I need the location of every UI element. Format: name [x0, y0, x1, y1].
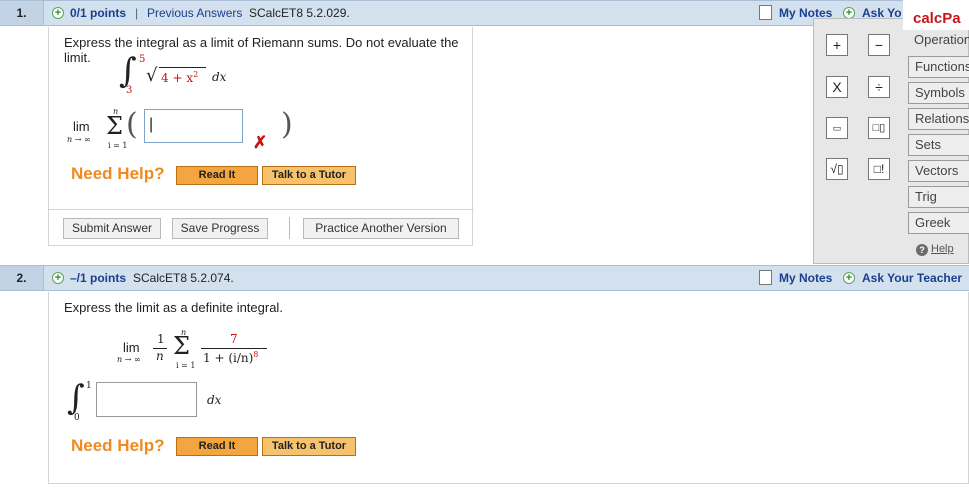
plus-key[interactable]: + [826, 34, 848, 56]
question-1-panel: Express the integral as a limit of Riema… [48, 27, 474, 246]
help-icon[interactable]: ? [916, 244, 928, 256]
expand-plus-icon[interactable]: + [52, 7, 64, 19]
integrand-exponent: 2 [193, 70, 199, 79]
limit-lim: lim [123, 340, 140, 355]
submit-answer-button[interactable]: Submit Answer [63, 218, 161, 239]
power-key[interactable]: □▯ [868, 117, 890, 139]
sum-sigma: Σ [106, 112, 123, 140]
riemann-sum-answer-input[interactable]: | [144, 109, 243, 143]
menu-trig[interactable]: Trig [908, 186, 969, 208]
integral-lower-limit: 3 [126, 85, 133, 96]
limit-lim: lim [73, 119, 90, 134]
menu-greek[interactable]: Greek [908, 212, 969, 234]
term-denominator: 1 + (i/n)8 [203, 350, 258, 365]
talk-to-tutor-button[interactable]: Talk to a Tutor [262, 437, 356, 456]
integral-upper-limit: 5 [139, 54, 146, 65]
term-denominator-exponent: 8 [253, 350, 259, 359]
right-paren: ) [281, 107, 293, 142]
menu-vectors[interactable]: Vectors [908, 160, 969, 182]
question-number: 1. [0, 1, 44, 25]
term-denominator-base: 1 + (i/n) [203, 351, 254, 365]
previous-answers-link[interactable]: Previous Answers [147, 6, 242, 20]
limit-subscript: n → ∞ [67, 135, 91, 144]
sum-bottom: i = 1 [176, 361, 196, 370]
need-help-label: Need Help? [71, 164, 165, 183]
limit-subscript: n → ∞ [117, 355, 141, 364]
term-fraction-bar [201, 348, 267, 349]
points-link[interactable]: –/1 points [70, 271, 126, 285]
integrand-text: 4 + x2 [161, 70, 198, 85]
question-prompt: Express the limit as a definite integral… [64, 300, 283, 315]
menu-relations[interactable]: Relations [908, 108, 969, 130]
menu-sets[interactable]: Sets [908, 134, 969, 156]
integral-lower-limit: 0 [74, 413, 80, 423]
sqrt-sign: √ [146, 65, 158, 86]
sqrt-overline [159, 67, 206, 68]
sum-bottom: i = 1 [108, 141, 128, 150]
term-numerator: 7 [230, 332, 238, 346]
talk-to-tutor-button[interactable]: Talk to a Tutor [262, 166, 356, 185]
question-2-header: 2. + –/1 points SCalcET8 5.2.074. My Not… [0, 265, 969, 291]
question-2-panel: Express the limit as a definite integral… [48, 292, 969, 484]
practice-another-button[interactable]: Practice Another Version [303, 218, 459, 239]
integral-upper-limit: 1 [86, 381, 92, 391]
menu-functions[interactable]: Functions [908, 56, 969, 78]
menu-symbols[interactable]: Symbols [908, 82, 969, 104]
menu-operations[interactable]: Operation [908, 30, 969, 52]
question-source: SCalcET8 5.2.074. [133, 271, 234, 285]
notes-icon[interactable] [759, 270, 772, 285]
fraction-key[interactable]: ▭ [826, 117, 848, 139]
ask-teacher-link[interactable]: Ask Your Teacher [862, 271, 962, 285]
save-progress-button[interactable]: Save Progress [172, 218, 268, 239]
left-paren: ( [126, 107, 138, 142]
factorial-key[interactable]: □! [868, 158, 890, 180]
sqrt-key[interactable]: √▯ [826, 158, 848, 180]
question-1-header: 1. + 0/1 points | Previous Answers SCalc… [0, 0, 903, 26]
notes-icon[interactable] [759, 5, 772, 20]
button-separator [289, 217, 290, 239]
read-it-button[interactable]: Read It [176, 437, 258, 456]
sum-sigma: Σ [173, 332, 190, 360]
question-source: SCalcET8 5.2.029. [249, 6, 350, 20]
need-help-label: Need Help? [71, 436, 165, 455]
minus-key[interactable]: − [868, 34, 890, 56]
fraction-denominator: n [156, 349, 164, 363]
integral-dx: dx [207, 393, 222, 407]
ask-teacher-plus-icon[interactable]: + [843, 272, 855, 284]
divide-key[interactable]: ÷ [868, 76, 890, 98]
my-notes-link[interactable]: My Notes [779, 271, 832, 285]
incorrect-mark-icon: ✗ [253, 133, 268, 152]
read-it-button[interactable]: Read It [176, 166, 258, 185]
points-link[interactable]: 0/1 points [70, 6, 126, 20]
integral-dx: dx [212, 70, 227, 84]
integrand-answer-input[interactable] [96, 382, 197, 417]
calcpad-title: calcPa [903, 8, 969, 30]
integrand-base: 4 + x [161, 71, 194, 85]
integral-sign: ∫ [67, 378, 85, 418]
help-link[interactable]: Help [931, 243, 954, 255]
panel-divider [49, 209, 474, 210]
question-number: 2. [0, 266, 44, 290]
expand-plus-icon[interactable]: + [52, 272, 64, 284]
times-key[interactable]: X [826, 76, 848, 98]
text-cursor: | [149, 116, 154, 133]
fraction-numerator: 1 [157, 332, 165, 346]
header-separator: | [135, 6, 139, 20]
